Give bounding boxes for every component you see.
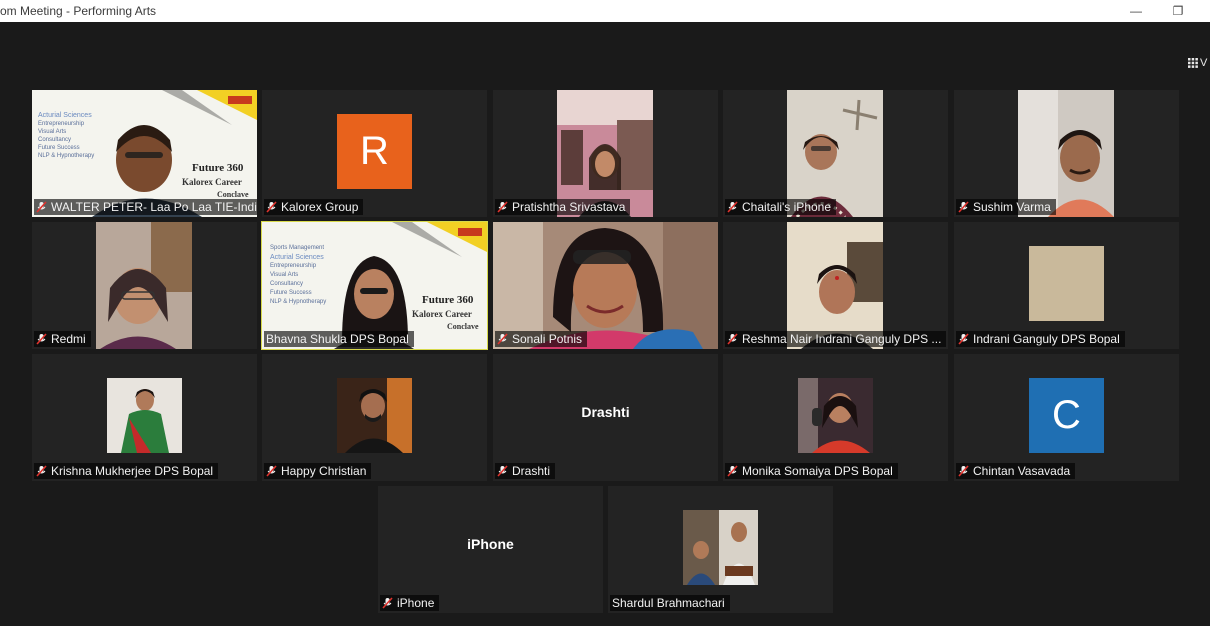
participant-tile-chintan-vasavada[interactable]: C Chintan Vasavada — [954, 354, 1179, 481]
participant-label: Happy Christian — [264, 463, 372, 479]
minimize-button[interactable]: — — [1116, 0, 1156, 22]
participant-tile-redmi[interactable]: Redmi — [32, 222, 257, 349]
participant-label: Krishna Mukherjee DPS Bopal — [34, 463, 219, 479]
participant-name: WALTER PETER- Laa Po Laa TIE-India — [51, 200, 257, 214]
participant-video — [787, 90, 883, 217]
participant-video — [493, 222, 718, 349]
participant-tile-indrani-ganguly[interactable]: Indrani Ganguly DPS Bopal — [954, 222, 1179, 349]
participant-label: Drashti — [495, 463, 556, 479]
participant-label: Chaitali's iPhone — [725, 199, 837, 215]
participant-label: Sushim Varma — [956, 199, 1056, 215]
participant-tile-sushim-varma[interactable]: Sushim Varma — [954, 90, 1179, 217]
muted-mic-icon — [497, 333, 508, 345]
muted-mic-icon — [36, 201, 47, 213]
window-title: om Meeting - Performing Arts — [0, 4, 157, 18]
muted-mic-icon — [36, 333, 47, 345]
muted-mic-icon — [958, 465, 969, 477]
participant-tile-chaitalis-iphone[interactable]: Chaitali's iPhone — [723, 90, 948, 217]
muted-mic-icon — [266, 201, 277, 213]
restore-button[interactable]: ❐ — [1158, 0, 1198, 22]
participant-name: Shardul Brahmachari — [612, 596, 725, 610]
participant-label: Reshma Nair Indrani Ganguly DPS ... — [725, 331, 947, 347]
participant-name: Redmi — [51, 332, 86, 346]
participant-name: Krishna Mukherjee DPS Bopal — [51, 464, 214, 478]
participant-photo — [337, 378, 412, 453]
participant-tile-happy-christian[interactable]: Happy Christian — [262, 354, 487, 481]
restore-icon: ❐ — [1172, 4, 1184, 18]
participant-label: Redmi — [34, 331, 91, 347]
muted-mic-icon — [727, 465, 738, 477]
muted-mic-icon — [958, 201, 969, 213]
participant-photo — [798, 378, 873, 453]
participant-tile-monika-somaiya[interactable]: Monika Somaiya DPS Bopal — [723, 354, 948, 481]
participant-display-name: Drashti — [581, 404, 630, 420]
participant-label: Pratishtha Srivastava — [495, 199, 631, 215]
muted-mic-icon — [497, 201, 508, 213]
participant-tile-drashti[interactable]: Drashti Drashti — [493, 354, 718, 481]
participant-video — [334, 256, 414, 349]
participant-label: Indrani Ganguly DPS Bopal — [956, 331, 1125, 347]
shared-poster: Acturial Sciences Entrepreneurship Visua… — [32, 90, 257, 217]
participant-label: Monika Somaiya DPS Bopal — [725, 463, 898, 479]
avatar-initial: C — [1052, 393, 1081, 437]
participant-name: Chintan Vasavada — [973, 464, 1071, 478]
participant-name: Kalorex Group — [281, 200, 359, 214]
participant-name: Happy Christian — [281, 464, 367, 478]
participant-video — [92, 125, 202, 217]
participant-label: Chintan Vasavada — [956, 463, 1076, 479]
muted-mic-icon — [727, 201, 738, 213]
participant-name: Indrani Ganguly DPS Bopal — [973, 332, 1120, 346]
muted-mic-icon — [497, 465, 508, 477]
muted-mic-icon — [266, 465, 277, 477]
grid-icon — [1188, 58, 1198, 68]
avatar: R — [337, 114, 412, 189]
avatar-initial: R — [360, 129, 389, 173]
participant-name: Drashti — [512, 464, 551, 478]
window-titlebar: om Meeting - Performing Arts — ❐ — [0, 0, 1210, 22]
participant-name: Chaitali's iPhone — [742, 200, 832, 214]
participant-name: Monika Somaiya DPS Bopal — [742, 464, 893, 478]
view-label: V — [1200, 57, 1208, 69]
muted-mic-icon — [382, 597, 393, 609]
participant-label: WALTER PETER- Laa Po Laa TIE-India — [34, 199, 257, 215]
participant-label: Kalorex Group — [264, 199, 364, 215]
participant-video — [96, 222, 192, 349]
participant-display-name: iPhone — [467, 536, 514, 552]
participant-tile-bhavna-shukla[interactable]: Sports Management Acturial Sciences Entr… — [261, 221, 488, 350]
participant-name: Sushim Varma — [973, 200, 1051, 214]
participant-video — [787, 222, 883, 349]
participant-photo — [683, 510, 758, 585]
participant-name: Pratishtha Srivastava — [512, 200, 626, 214]
participant-name: Reshma Nair Indrani Ganguly DPS ... — [742, 332, 942, 346]
participant-tile-kalorex-group[interactable]: R Kalorex Group — [262, 90, 487, 217]
participant-video — [557, 90, 653, 217]
participant-tile-reshma-nair[interactable]: Reshma Nair Indrani Ganguly DPS ... — [723, 222, 948, 349]
participant-photo — [107, 378, 182, 453]
participant-label: Sonali Potnis — [495, 331, 588, 347]
muted-mic-icon — [958, 333, 969, 345]
participant-tile-pratishtha-srivastava[interactable]: Pratishtha Srivastava — [493, 90, 718, 217]
participant-tile-krishna-mukherjee[interactable]: Krishna Mukherjee DPS Bopal — [32, 354, 257, 481]
participant-tile-walter-peter[interactable]: Acturial Sciences Entrepreneurship Visua… — [32, 90, 257, 217]
shared-poster: Sports Management Acturial Sciences Entr… — [262, 222, 487, 349]
participant-photo — [1029, 246, 1104, 321]
participant-tile-iphone[interactable]: iPhone iPhone — [378, 486, 603, 613]
muted-mic-icon — [727, 333, 738, 345]
view-button[interactable]: V — [1188, 56, 1210, 70]
participant-label: iPhone — [380, 595, 440, 611]
minimize-icon: — — [1130, 4, 1142, 18]
participant-video — [1018, 90, 1114, 217]
participant-name: iPhone — [397, 596, 435, 610]
avatar: C — [1029, 378, 1104, 453]
participant-name: Sonali Potnis — [512, 332, 583, 346]
participant-label: Bhavna Shukla DPS Bopal — [264, 331, 414, 347]
participant-tile-shardul-brahmachari[interactable]: Shardul Brahmachari — [608, 486, 833, 613]
participant-name: Bhavna Shukla DPS Bopal — [266, 332, 409, 346]
muted-mic-icon — [36, 465, 47, 477]
participant-tile-sonali-potnis[interactable]: Sonali Potnis — [493, 222, 718, 349]
participant-label: Shardul Brahmachari — [610, 595, 730, 611]
